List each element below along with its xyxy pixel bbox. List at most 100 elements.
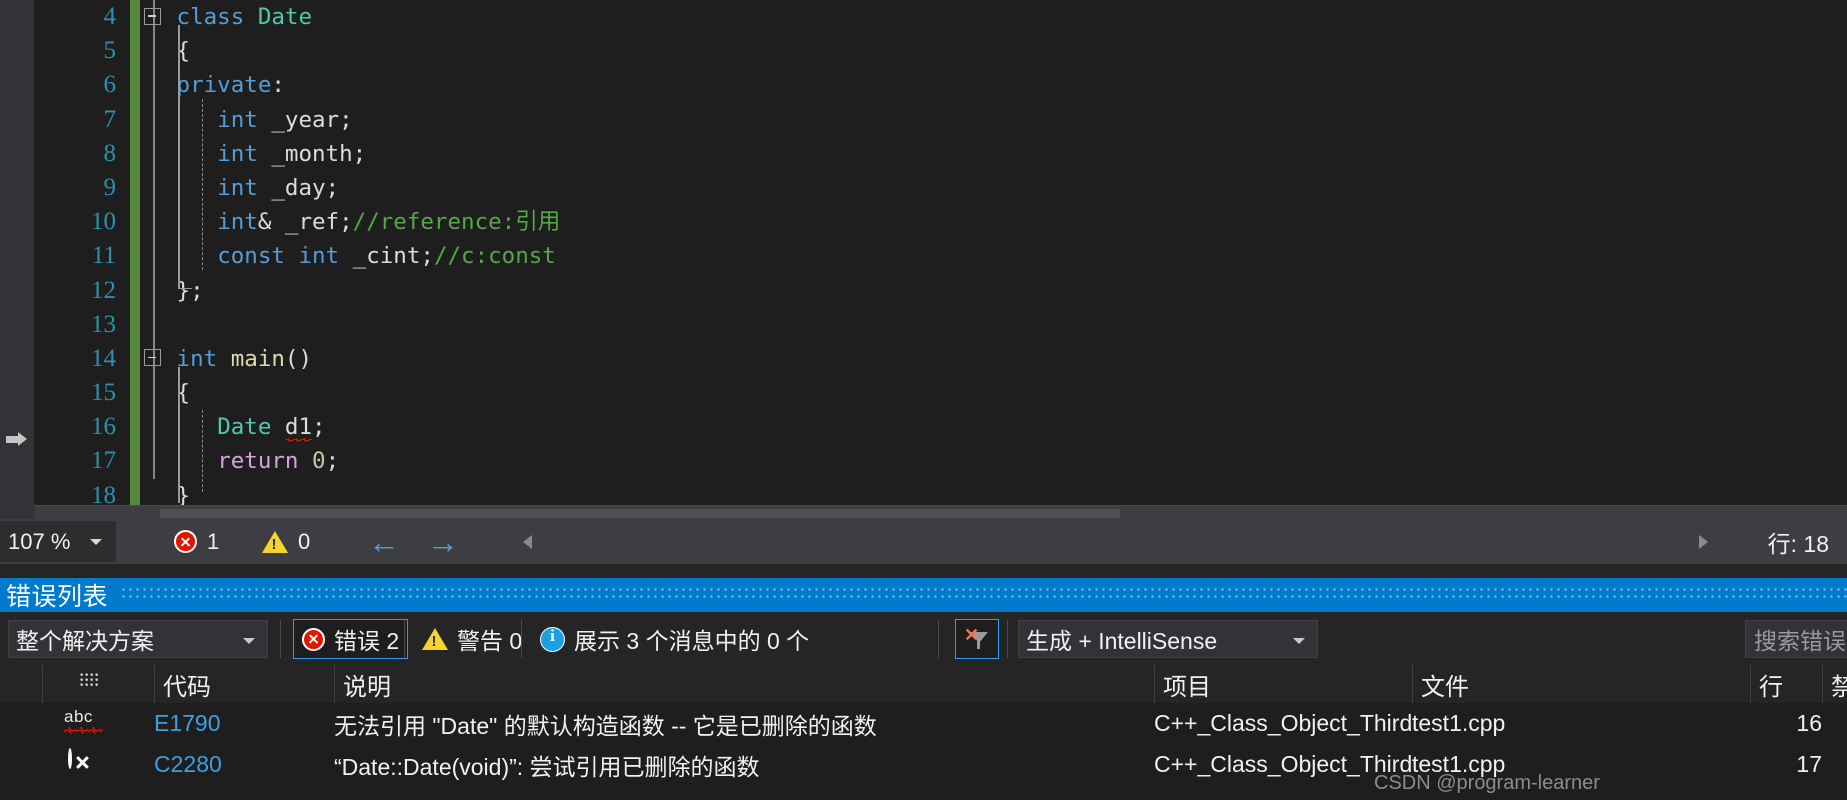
zoom-level-value: 107 % — [8, 528, 71, 554]
build-filter-combobox[interactable]: 生成 + IntelliSense — [1018, 620, 1318, 658]
code-text: int _year; — [144, 103, 353, 137]
collapse-region-icon[interactable] — [144, 349, 161, 367]
code-token: return — [217, 448, 299, 475]
navigate-backward-icon[interactable]: ← — [368, 519, 400, 564]
line-number: 6 — [103, 71, 117, 99]
code-token: }; — [176, 277, 204, 304]
code-token: Date — [257, 4, 313, 30]
code-line[interactable]: 5 { — [34, 34, 1847, 69]
code-token: _cint; — [339, 243, 434, 270]
status-error-count[interactable]: 1 — [174, 519, 219, 564]
code-line[interactable]: 11 const int _cint;//c:const — [34, 239, 1847, 274]
line-number: 4 — [103, 3, 117, 30]
code-text: private: — [144, 68, 285, 102]
column-header-description[interactable]: 说明 — [334, 665, 1154, 703]
column-header-line[interactable]: 行 — [1750, 665, 1822, 703]
error-list-panel: 错误列表 整个解决方案 错误 2 警告 0 展示 3 个消息中的 0 个 — [0, 578, 1847, 800]
code-text: }; — [144, 274, 204, 308]
code-line[interactable]: 4 class Date — [34, 0, 1847, 35]
editor-horizontal-scrollbar-thumb[interactable] — [160, 509, 1120, 518]
column-header-severity[interactable] — [42, 665, 154, 703]
chevron-down-icon[interactable] — [1293, 638, 1305, 644]
change-bar — [130, 376, 140, 411]
scope-filter-combobox[interactable]: 整个解决方案 — [8, 620, 268, 658]
code-line[interactable]: 9 int _day; — [34, 170, 1847, 206]
search-errors-placeholder: 搜索错误列 — [1754, 628, 1847, 654]
change-bar — [130, 170, 140, 206]
code-line[interactable]: 16 Date d1; — [34, 410, 1847, 445]
code-line[interactable]: 10 int& _ref;//reference:引用 — [34, 205, 1847, 240]
code-token: int — [217, 106, 258, 133]
column-header-suppress[interactable]: 禁 — [1822, 665, 1847, 703]
column-header-code[interactable]: 代码 — [154, 665, 334, 703]
code-line[interactable]: 17 return 0; — [34, 444, 1847, 479]
code-token: int — [176, 345, 218, 372]
visual-studio-window: 4 class Date 5 {6 private: 7 int _year; 8 i… — [0, 0, 1847, 800]
code-editor[interactable]: 4 class Date 5 {6 private: 7 int _year; 8 i… — [0, 0, 1847, 519]
code-line[interactable]: 15 { — [34, 376, 1847, 411]
line-number: 12 — [91, 276, 116, 304]
search-errors-input[interactable]: 搜索错误列 — [1745, 620, 1847, 658]
code-line[interactable]: 8 int _month; — [34, 136, 1847, 171]
change-bar — [130, 273, 140, 308]
editor-horizontal-scrollbar[interactable] — [34, 505, 1847, 519]
cell-line: 17 — [1796, 751, 1822, 777]
code-text: class Date — [144, 0, 312, 34]
change-bar — [130, 0, 140, 35]
code-token: _day; — [257, 174, 340, 201]
scroll-left-icon[interactable] — [523, 535, 532, 549]
error-icon — [60, 748, 106, 780]
editor-text-area[interactable]: 4 class Date 5 {6 private: 7 int _year; 8 i… — [34, 0, 1847, 513]
change-bar — [130, 34, 140, 69]
filter-warnings-button[interactable]: 警告 0 — [414, 619, 530, 659]
warning-icon — [262, 530, 288, 553]
code-token: const — [217, 243, 285, 270]
scope-filter-value: 整个解决方案 — [16, 628, 154, 654]
navigate-forward-icon[interactable]: → — [427, 519, 459, 564]
code-text: return 0; — [144, 444, 339, 478]
code-text: int& _ref;//reference:引用 — [144, 205, 560, 239]
chevron-down-icon[interactable] — [243, 638, 255, 644]
status-warning-count[interactable]: 0 — [262, 519, 310, 564]
status-error-count-value: 1 — [207, 528, 220, 554]
filter-errors-button[interactable]: 错误 2 — [293, 619, 409, 659]
code-line[interactable]: 7 int _year; — [34, 102, 1847, 137]
code-token: //c:const — [433, 243, 556, 270]
filter-messages-button[interactable]: 展示 3 个消息中的 0 个 — [532, 619, 817, 659]
code-line[interactable]: 13 — [34, 307, 1847, 342]
collapse-region-icon[interactable] — [144, 7, 161, 25]
clear-filter-button[interactable]: ✕ — [955, 619, 999, 659]
error-list-header-row: 代码说明项目文件行禁 — [0, 665, 1847, 704]
table-row[interactable]: abc E1790 无法引用 "Date" 的默认构造函数 -- 它是已删除的函数 C… — [0, 703, 1847, 744]
code-text: int _day; — [144, 171, 339, 205]
code-line[interactable]: 6 private: — [34, 68, 1847, 103]
funnel-x-mark: ✕ — [964, 625, 980, 645]
error-list-title: 错误列表 — [6, 583, 109, 611]
cell-description: “Date::Date(void)”: 尝试引用已删除的函数 — [334, 753, 760, 780]
column-header-gutter — [0, 665, 42, 703]
zoom-level-combobox[interactable]: 107 % — [0, 521, 116, 562]
code-line[interactable]: 12 }; — [34, 273, 1847, 308]
code-token: d1 — [284, 410, 313, 444]
error-list-title-bar[interactable]: 错误列表 — [0, 578, 1847, 612]
code-token: //reference:引用 — [352, 209, 561, 236]
line-number: 11 — [91, 242, 116, 270]
line-number: 8 — [103, 139, 117, 167]
chevron-down-icon[interactable] — [90, 539, 102, 545]
line-number: 9 — [103, 173, 117, 201]
toolbar-separator — [938, 620, 939, 658]
column-header-project[interactable]: 项目 — [1154, 665, 1412, 703]
code-text: const int _cint;//c:const — [144, 239, 556, 273]
code-token: _year; — [257, 106, 353, 133]
column-header-file[interactable]: 文件 — [1412, 665, 1750, 703]
code-text: { — [144, 34, 191, 68]
code-token: Date — [217, 414, 272, 441]
code-line[interactable]: 14 int main() — [34, 341, 1847, 377]
scroll-right-icon[interactable] — [1699, 535, 1708, 549]
panel-splitter[interactable] — [0, 564, 1847, 578]
change-bar — [130, 136, 140, 171]
code-token: _month; — [257, 140, 367, 167]
line-number: 17 — [91, 447, 116, 475]
